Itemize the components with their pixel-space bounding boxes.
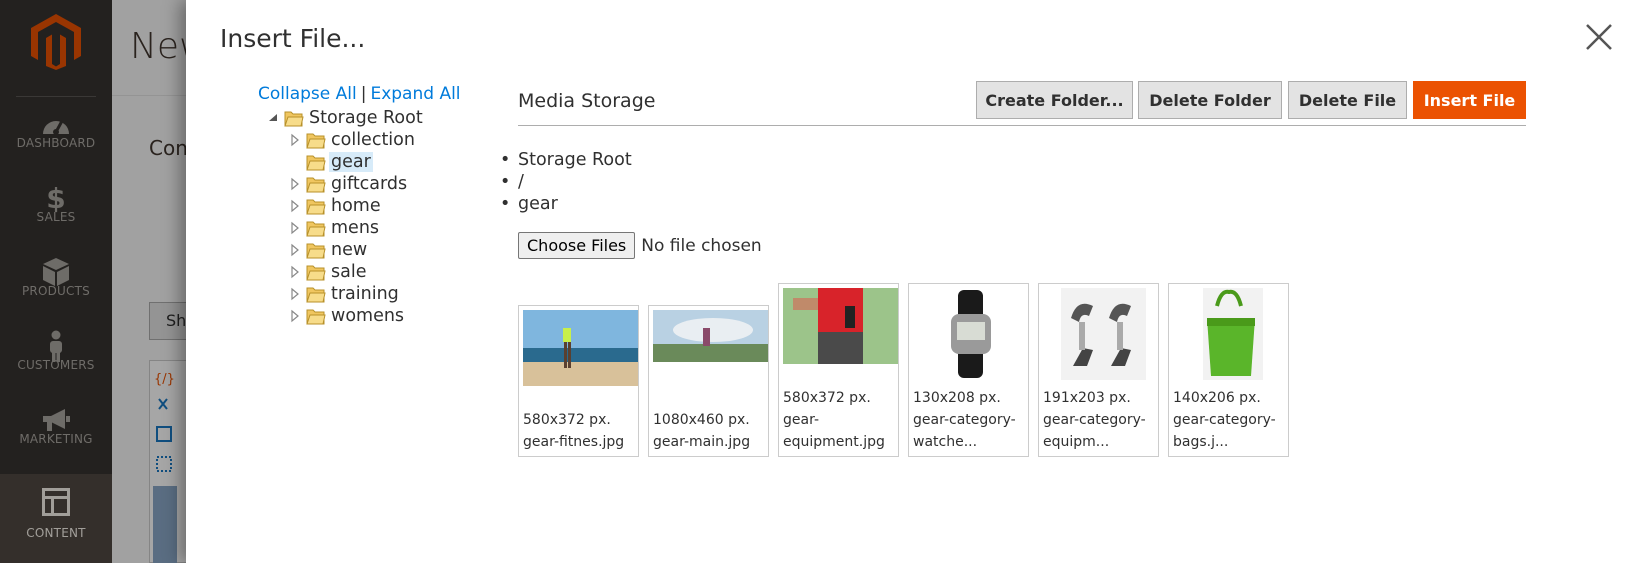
tree-node-label: home xyxy=(331,195,381,216)
file-meta: 580x372 px. gear- equipment.jpg xyxy=(783,387,896,453)
folder-icon xyxy=(306,243,326,258)
media-storage-heading: Media Storage xyxy=(518,90,656,112)
tree-node-home[interactable]: home xyxy=(288,194,383,217)
file-meta: 140x206 px. gear-category- bags.j... xyxy=(1173,387,1286,453)
collapsed-arrow-icon[interactable] xyxy=(288,133,302,147)
file-upload: Choose Files No file chosen xyxy=(518,232,762,259)
file-tile[interactable]: 140x206 px. gear-category- bags.j... xyxy=(1168,283,1289,457)
file-tile[interactable]: 191x203 px. gear-category- equipm... xyxy=(1038,283,1159,457)
file-tile[interactable]: 580x372 px. gear- equipment.jpg xyxy=(778,283,899,457)
tree-node-training[interactable]: training xyxy=(288,282,401,305)
file-meta: 1080x460 px. gear-main.jpg xyxy=(653,409,766,453)
folder-icon xyxy=(306,155,326,170)
file-tile[interactable]: 1080x460 px. gear-main.jpg xyxy=(648,305,769,457)
folder-open-icon xyxy=(284,111,304,126)
folder-icon xyxy=(306,265,326,280)
tree-node-mens[interactable]: mens xyxy=(288,216,381,239)
delete-folder-button[interactable]: Delete Folder xyxy=(1138,81,1282,119)
tree-node-label: collection xyxy=(331,129,415,150)
tree-node-label: womens xyxy=(331,305,405,326)
tree-node-label: giftcards xyxy=(331,173,408,194)
expand-all-link[interactable]: Expand All xyxy=(370,84,460,104)
tree-node-storage-root[interactable]: Storage Root xyxy=(266,106,425,129)
file-name: gear-category- xyxy=(1043,412,1146,428)
folder-icon xyxy=(306,221,326,236)
file-name: gear-fitnes.jpg xyxy=(523,434,625,450)
file-name: equipm... xyxy=(1043,434,1110,450)
tree-actions: Collapse All | Expand All xyxy=(258,84,461,104)
tree-node-label: gear xyxy=(329,151,373,172)
tree-node-label: Storage Root xyxy=(309,107,423,128)
collapsed-arrow-icon[interactable] xyxy=(288,177,302,191)
file-name: watche... xyxy=(913,434,978,450)
create-folder-button[interactable]: Create Folder... xyxy=(976,81,1133,119)
arrow-placeholder xyxy=(288,155,302,169)
collapsed-arrow-icon[interactable] xyxy=(288,221,302,235)
expanded-arrow-icon[interactable] xyxy=(266,111,280,125)
file-name: gear-main.jpg xyxy=(653,434,751,450)
collapsed-arrow-icon[interactable] xyxy=(288,265,302,279)
folder-icon xyxy=(306,177,326,192)
tree-node-collection[interactable]: collection xyxy=(288,128,417,151)
file-dimensions: 130x208 px. xyxy=(913,390,1001,406)
delete-file-button[interactable]: Delete File xyxy=(1288,81,1407,119)
folder-icon xyxy=(306,133,326,148)
file-thumbnail xyxy=(1061,288,1146,380)
file-name: gear- xyxy=(783,412,819,428)
file-thumbnail xyxy=(1203,288,1263,380)
tree-node-giftcards[interactable]: giftcards xyxy=(288,172,409,195)
file-thumbnail xyxy=(783,288,898,364)
folder-icon xyxy=(306,309,326,324)
tree-node-label: sale xyxy=(331,261,367,282)
close-x-icon[interactable] xyxy=(1584,22,1614,52)
collapsed-arrow-icon[interactable] xyxy=(288,309,302,323)
file-dimensions: 140x206 px. xyxy=(1173,390,1261,406)
file-name: equipment.jpg xyxy=(783,434,885,450)
tree-node-label: mens xyxy=(331,217,380,238)
file-name: gear-category- xyxy=(913,412,1016,428)
modal-title: Insert File... xyxy=(220,24,366,53)
browser-header: Media Storage Create Folder... Delete Fo… xyxy=(518,80,1526,126)
file-dimensions: 1080x460 px. xyxy=(653,412,750,428)
file-dimensions: 191x203 px. xyxy=(1043,390,1131,406)
file-thumbnail xyxy=(653,310,768,362)
tree-node-gear[interactable]: gear xyxy=(288,150,373,173)
breadcrumb-item: / xyxy=(500,172,632,194)
file-tile[interactable]: 580x372 px. gear-fitnes.jpg xyxy=(518,305,639,457)
upload-status: No file chosen xyxy=(641,235,762,256)
file-meta: 580x372 px. gear-fitnes.jpg xyxy=(523,409,636,453)
breadcrumb: Storage Root / gear xyxy=(500,150,632,216)
insert-file-button[interactable]: Insert File xyxy=(1413,81,1526,119)
collapse-all-link[interactable]: Collapse All xyxy=(258,84,357,104)
file-dimensions: 580x372 px. xyxy=(783,390,871,406)
file-meta: 130x208 px. gear-category- watche... xyxy=(913,387,1026,453)
collapsed-arrow-icon[interactable] xyxy=(288,199,302,213)
file-thumbnail xyxy=(943,288,998,380)
file-dimensions: 580x372 px. xyxy=(523,412,611,428)
file-name: gear-category- xyxy=(1173,412,1276,428)
file-thumbnail xyxy=(523,310,638,386)
insert-file-modal: Insert File... Collapse All | Expand All S… xyxy=(186,0,1636,563)
file-name: bags.j... xyxy=(1173,434,1229,450)
tree-actions-separator: | xyxy=(360,84,367,104)
tree-node-womens[interactable]: womens xyxy=(288,304,406,327)
tree-node-sale[interactable]: sale xyxy=(288,260,368,283)
breadcrumb-item: Storage Root xyxy=(500,150,632,172)
tree-node-new[interactable]: new xyxy=(288,238,369,261)
breadcrumb-item: gear xyxy=(500,194,632,216)
collapsed-arrow-icon[interactable] xyxy=(288,287,302,301)
folder-icon xyxy=(306,199,326,214)
folder-icon xyxy=(306,287,326,302)
collapsed-arrow-icon[interactable] xyxy=(288,243,302,257)
tree-node-label: training xyxy=(331,283,399,304)
choose-files-button[interactable]: Choose Files xyxy=(518,232,636,259)
file-tile[interactable]: 130x208 px. gear-category- watche... xyxy=(908,283,1029,457)
file-meta: 191x203 px. gear-category- equipm... xyxy=(1043,387,1156,453)
tree-node-label: new xyxy=(331,239,368,260)
